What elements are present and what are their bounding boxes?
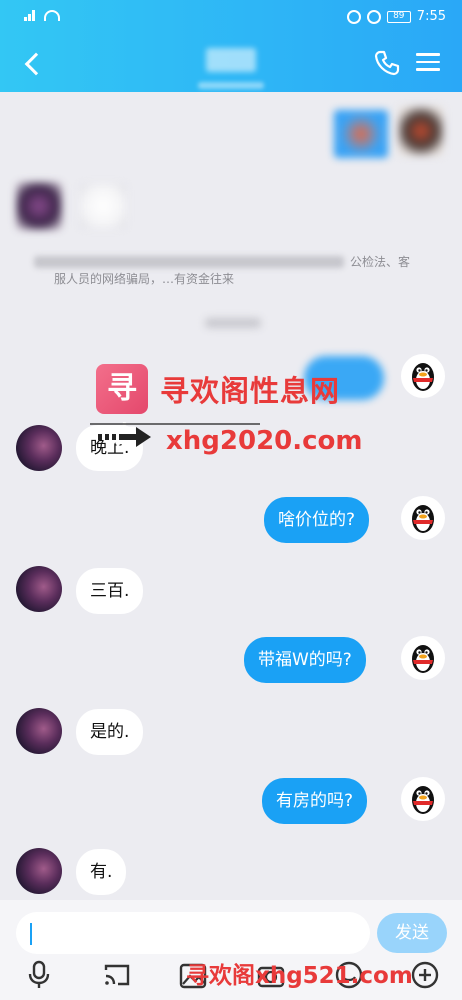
speed-icon [366, 9, 381, 24]
chat-header: 89 7:55 [0, 0, 462, 92]
penguin-icon [412, 786, 434, 814]
avatar-me[interactable] [401, 354, 445, 398]
avatar-me[interactable] [401, 777, 445, 821]
penguin-icon [412, 505, 434, 533]
chat-area[interactable]: 公检法、客 服人员的网络骗局，…有资金往来 晚上. 啥价位的? 三百. 带福W的… [0, 92, 462, 900]
message-bubble-outgoing[interactable]: 有房的吗? [262, 778, 368, 824]
phone-icon[interactable] [372, 48, 402, 78]
alarm-icon [346, 9, 361, 24]
penguin-icon [412, 363, 434, 391]
avatar-other[interactable] [16, 425, 62, 471]
message-bubble-outgoing[interactable]: 啥价位的? [264, 497, 370, 543]
status-left [24, 10, 60, 21]
sticker-blurred [334, 110, 388, 158]
status-bar: 89 7:55 [0, 0, 462, 34]
avatar-other[interactable] [16, 566, 62, 612]
avatar-me[interactable] [401, 636, 445, 680]
text-caret [30, 923, 32, 945]
avatar-me[interactable] [401, 496, 445, 540]
message-bubble-incoming[interactable]: 是的. [76, 709, 144, 755]
battery-icon: 89 [386, 10, 411, 23]
microphone-icon[interactable] [24, 960, 54, 990]
watermark-logo: 寻欢 [96, 364, 148, 456]
sticker-other-blurred [80, 184, 126, 228]
wifi-icon [44, 10, 60, 21]
contact-status-blurred [198, 82, 264, 89]
message-bubble-incoming[interactable]: 三百. [76, 568, 144, 614]
cast-icon[interactable] [102, 960, 132, 990]
message-bubble-outgoing[interactable]: 带福W的吗? [244, 637, 366, 683]
watermark-bottom: 寻欢阁xhg521.com [186, 963, 413, 989]
avatar-other[interactable] [16, 848, 62, 894]
contact-name-blurred [206, 48, 256, 72]
menu-icon[interactable] [414, 50, 442, 76]
avatar-other[interactable] [16, 708, 62, 754]
watermark-title: 寻欢阁性息网 [160, 374, 341, 408]
watermark-url: xhg2020.com [166, 426, 363, 456]
nav-bar [0, 34, 462, 92]
notice-blurred [34, 256, 344, 268]
watermark-arrow-icon [98, 427, 151, 447]
back-icon[interactable] [20, 48, 48, 78]
message-input[interactable] [16, 912, 370, 954]
status-right: 89 7:55 [346, 9, 446, 24]
plus-icon[interactable] [410, 960, 440, 990]
status-time: 7:55 [416, 9, 446, 24]
avatar-me-blurred [398, 106, 444, 156]
send-button[interactable]: 发送 [377, 913, 447, 953]
message-bubble-incoming[interactable]: 有. [76, 849, 127, 895]
notice-line: 服人员的网络骗局，…有资金往来 [54, 272, 235, 286]
signal-icon [24, 10, 38, 21]
timestamp-blurred [205, 318, 261, 328]
notice-tail: 公检法、客 [350, 255, 411, 269]
avatar-other-blurred [16, 182, 62, 230]
penguin-icon [412, 645, 434, 673]
